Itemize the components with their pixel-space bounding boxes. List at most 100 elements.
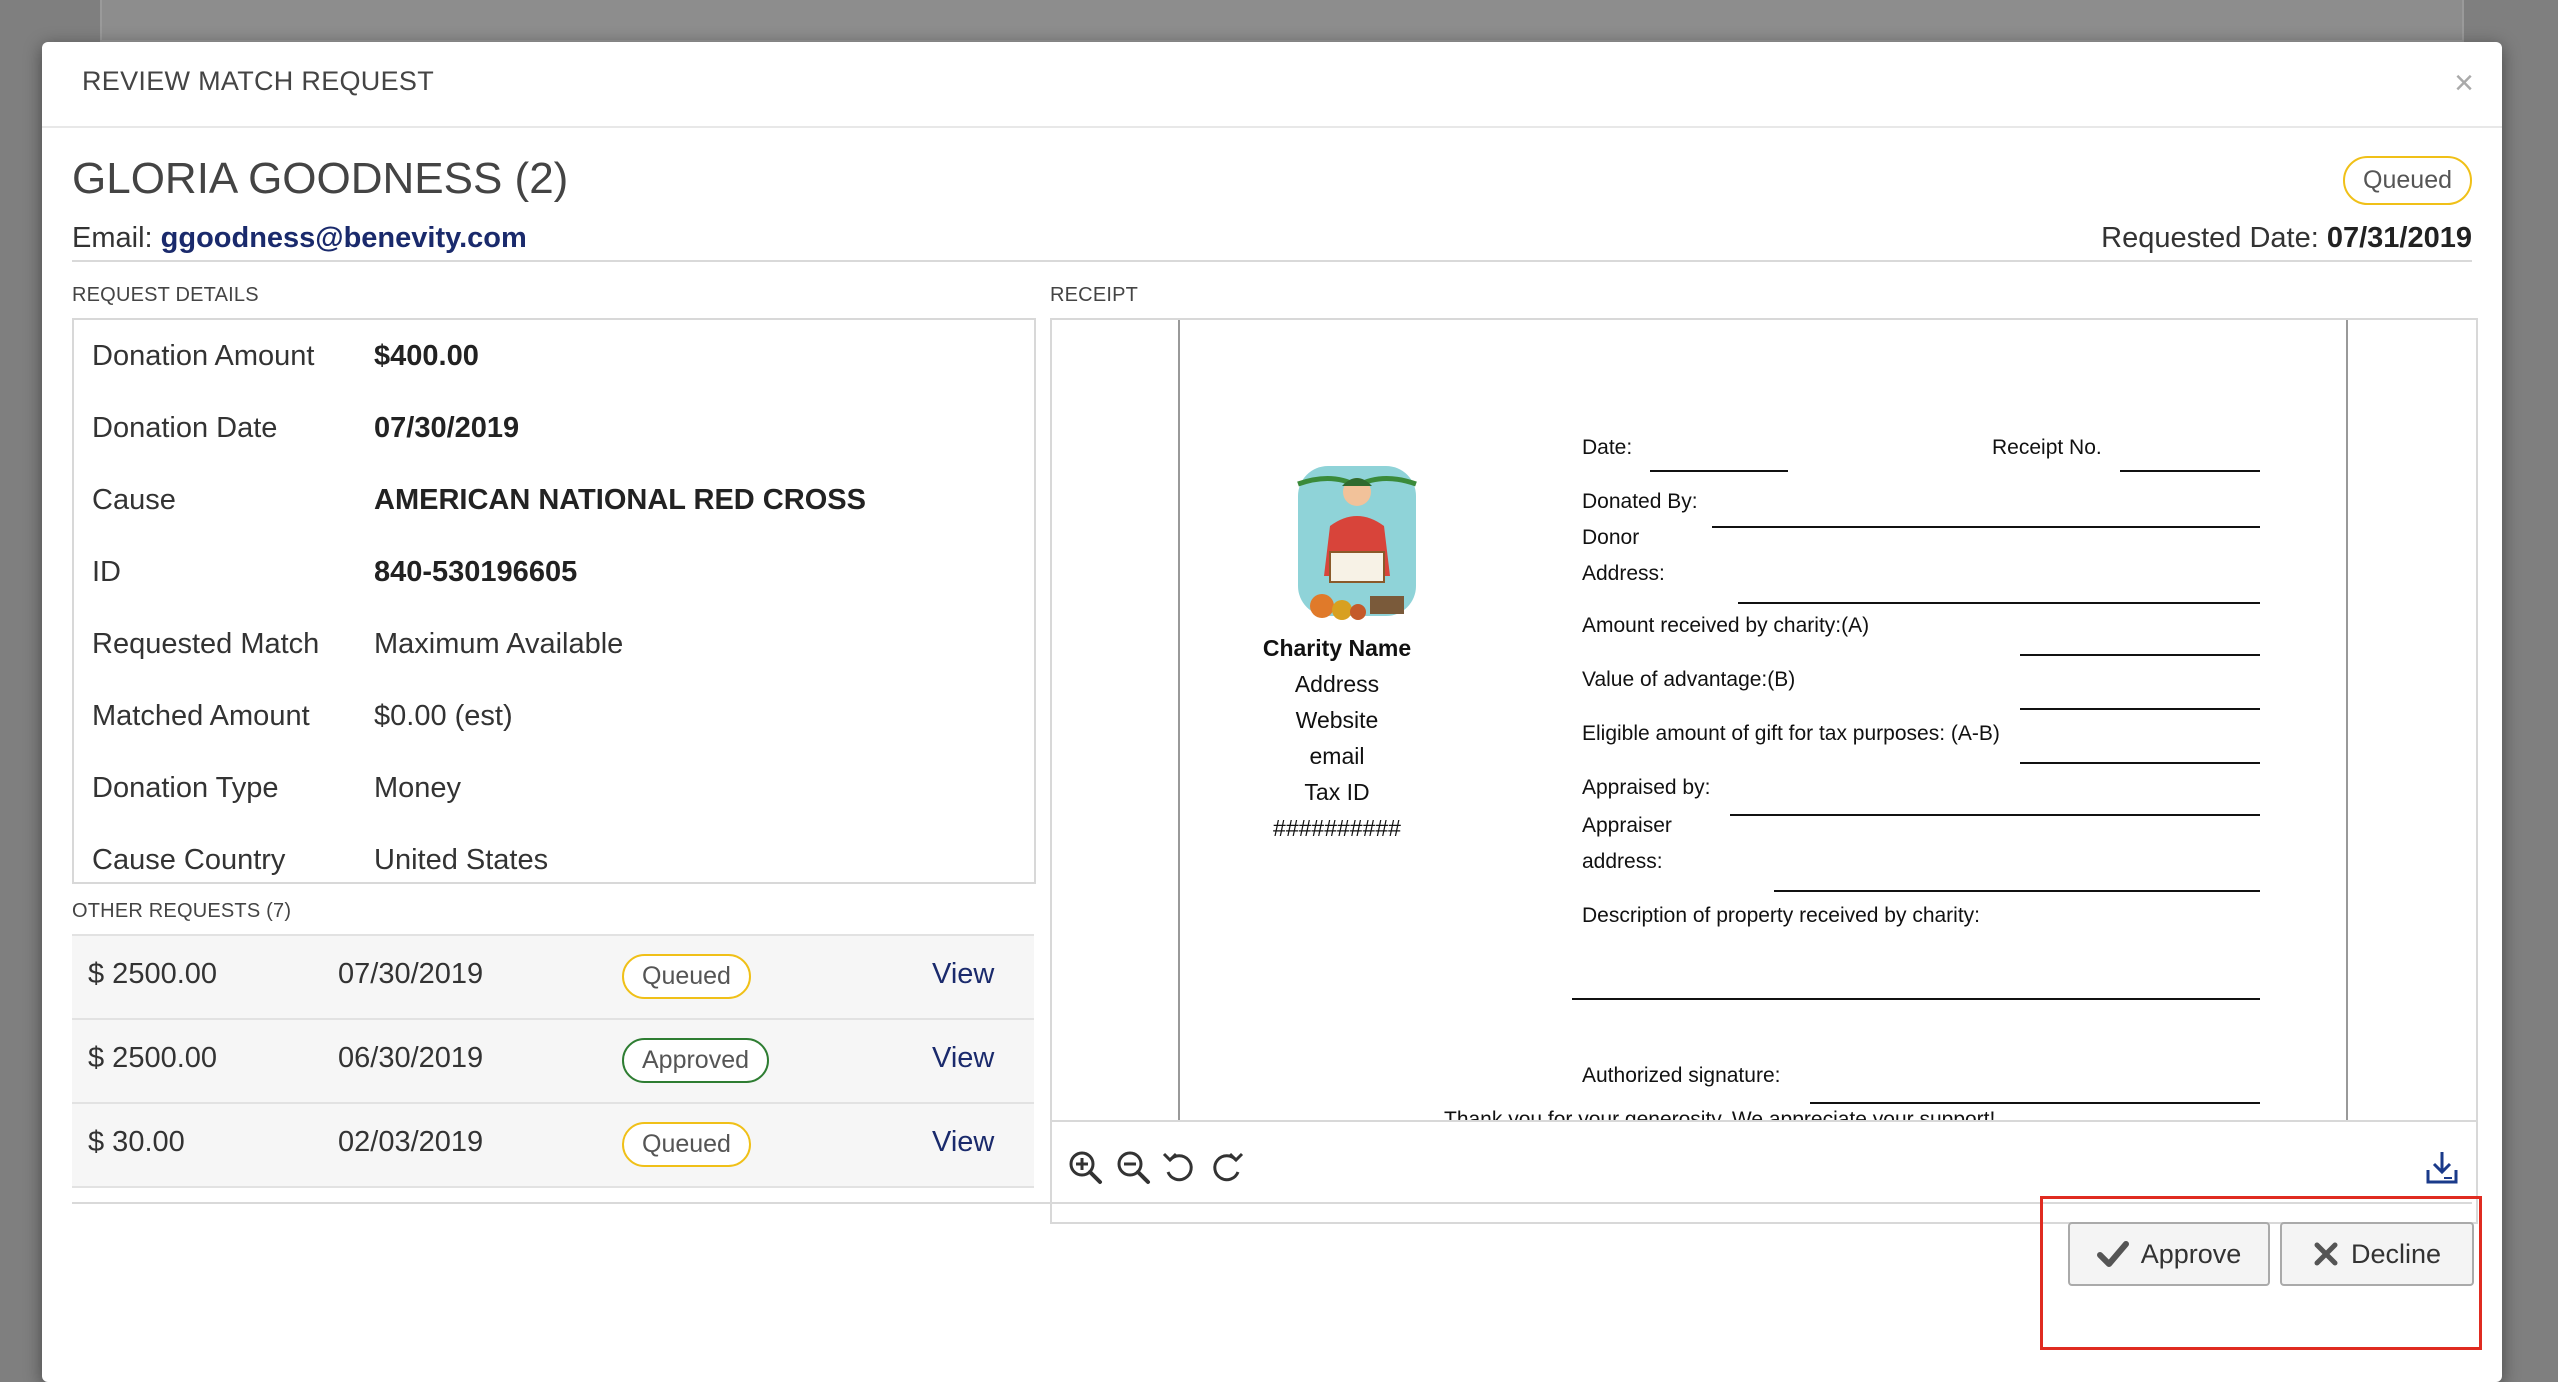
- line-value-of-advantage: [2020, 708, 2260, 710]
- detail-row: Cause Country United States: [92, 844, 1012, 882]
- request-amount: $ 2500.00: [88, 1042, 218, 1074]
- email-link[interactable]: ggoodness@benevity.com: [161, 222, 527, 254]
- zoom-in-icon[interactable]: [1066, 1148, 1106, 1188]
- detail-label: Cause Country: [92, 844, 286, 876]
- detail-value: 840-530196605: [374, 556, 578, 588]
- modal-title: REVIEW MATCH REQUEST: [82, 66, 435, 96]
- table-row: $ 2500.00 07/30/2019 Queued View: [72, 936, 1034, 1020]
- line-appraiser-address: [1774, 890, 2260, 892]
- field-appraiser: Appraiser: [1582, 814, 1672, 837]
- receipt-viewer: Charity Name Address Website email Tax I…: [1050, 318, 2478, 1224]
- email-label: Email:: [72, 222, 153, 254]
- field-appraised-by: Appraised by:: [1582, 776, 1711, 799]
- detail-row: Donation Type Money: [92, 772, 1012, 812]
- requested-date: Requested Date: 07/31/2019: [2101, 222, 2472, 255]
- line-description: [1572, 998, 2260, 1000]
- charity-info: Charity Name Address Website email Tax I…: [1242, 630, 1432, 846]
- detail-row: Cause AMERICAN NATIONAL RED CROSS: [92, 484, 1012, 524]
- receipt-label: RECEIPT: [1050, 284, 1139, 306]
- charity-name: Charity Name: [1262, 635, 1412, 661]
- review-match-modal: REVIEW MATCH REQUEST × GLORIA GOODNESS (…: [42, 42, 2502, 1382]
- field-donated-by: Donated By:: [1582, 490, 1698, 513]
- charity-email: email: [1309, 743, 1365, 769]
- zoom-out-icon[interactable]: [1114, 1148, 1154, 1188]
- line-authorized-signature: [1810, 1102, 2260, 1104]
- modal-header: REVIEW MATCH REQUEST ×: [42, 42, 2502, 128]
- detail-label: Donation Date: [92, 412, 278, 444]
- requested-date-value: 07/31/2019: [2326, 222, 2472, 254]
- close-button[interactable]: ×: [2454, 66, 2474, 100]
- field-receipt-no: Receipt No.: [1992, 436, 2102, 459]
- line-receipt-no: [2120, 470, 2260, 472]
- line-amount-received: [2020, 654, 2260, 656]
- table-row: $ 30.00 02/03/2019 Queued View: [72, 1104, 1034, 1188]
- charity-tax-id: Tax ID ##########: [1273, 779, 1401, 841]
- view-link[interactable]: View: [932, 958, 994, 991]
- check-icon: [2096, 1241, 2129, 1267]
- approve-button[interactable]: Approve: [2068, 1222, 2270, 1286]
- detail-value: 07/30/2019: [374, 412, 520, 444]
- detail-row: Donation Date 07/30/2019: [92, 412, 1012, 452]
- field-value-of-advantage: Value of advantage:(B): [1582, 668, 1796, 691]
- field-amount-received: Amount received by charity:(A): [1582, 614, 1870, 637]
- approve-label: Approve: [2140, 1238, 2242, 1269]
- detail-row: Donation Amount $400.00: [92, 340, 1012, 380]
- detail-value: AMERICAN NATIONAL RED CROSS: [374, 484, 866, 516]
- status-badge: Queued: [622, 954, 751, 999]
- line-address: [1738, 602, 2260, 604]
- line-appraised-by: [1730, 814, 2260, 816]
- page-edge-left: [1178, 320, 1180, 1120]
- requested-date-label: Requested Date:: [2101, 222, 2319, 254]
- request-amount: $ 30.00: [88, 1126, 185, 1158]
- line-eligible-amount: [2020, 762, 2260, 764]
- rotate-right-icon[interactable]: [1206, 1148, 1246, 1188]
- detail-value: United States: [374, 844, 549, 876]
- other-requests-table: $ 2500.00 07/30/2019 Queued View $ 2500.…: [72, 934, 1034, 1188]
- decline-button[interactable]: Decline: [2280, 1222, 2474, 1286]
- rotate-left-icon[interactable]: [1160, 1148, 1200, 1188]
- detail-label: Requested Match: [92, 628, 320, 660]
- request-date: 02/03/2019: [338, 1126, 484, 1158]
- detail-row: Requested Match Maximum Available: [92, 628, 1012, 668]
- request-date: 07/30/2019: [338, 958, 484, 990]
- person-name: GLORIA GOODNESS (2): [72, 154, 569, 203]
- decline-label: Decline: [2350, 1238, 2442, 1269]
- detail-value: $0.00 (est): [374, 700, 513, 732]
- close-icon: [2314, 1242, 2338, 1266]
- detail-label: ID: [92, 556, 121, 588]
- status-badge: Queued: [622, 1122, 751, 1167]
- background-page: [100, 0, 2464, 42]
- detail-row: Matched Amount $0.00 (est): [92, 700, 1012, 740]
- detail-label: Donation Type: [92, 772, 279, 804]
- detail-label: Donation Amount: [92, 340, 315, 372]
- divider: [72, 260, 2472, 262]
- field-appraiser-address: address:: [1582, 850, 1663, 873]
- field-eligible-amount: Eligible amount of gift for tax purposes…: [1582, 722, 2000, 745]
- table-row: $ 2500.00 06/30/2019 Approved View: [72, 1020, 1034, 1104]
- receipt-thank-you: Thank you for your generosity. We apprec…: [1444, 1108, 1996, 1122]
- request-amount: $ 2500.00: [88, 958, 218, 990]
- detail-label: Cause: [92, 484, 176, 516]
- receipt-document[interactable]: Charity Name Address Website email Tax I…: [1052, 320, 2476, 1122]
- charity-clipart-icon: [1297, 466, 1417, 620]
- detail-value: $400.00: [374, 340, 479, 372]
- field-description: Description of property received by char…: [1582, 904, 1981, 927]
- download-icon[interactable]: [2422, 1148, 2462, 1188]
- detail-label: Matched Amount: [92, 700, 310, 732]
- detail-value: Maximum Available: [374, 628, 624, 660]
- view-link[interactable]: View: [932, 1126, 994, 1159]
- field-date: Date:: [1582, 436, 1633, 459]
- detail-value: Money: [374, 772, 462, 804]
- email-line: Email: ggoodness@benevity.com: [72, 222, 527, 255]
- field-authorized-signature: Authorized signature:: [1582, 1064, 1781, 1087]
- charity-website: Website: [1295, 707, 1379, 733]
- request-date: 06/30/2019: [338, 1042, 484, 1074]
- other-requests-label: OTHER REQUESTS (7): [72, 900, 292, 922]
- status-badge: Queued: [2343, 156, 2472, 205]
- request-details-panel[interactable]: Donation Amount $400.00 Donation Date 07…: [72, 318, 1036, 884]
- view-link[interactable]: View: [932, 1042, 994, 1075]
- charity-address: Address: [1294, 671, 1380, 697]
- detail-row: ID 840-530196605: [92, 556, 1012, 596]
- field-donor: Donor: [1582, 526, 1640, 549]
- field-address: Address:: [1582, 562, 1665, 585]
